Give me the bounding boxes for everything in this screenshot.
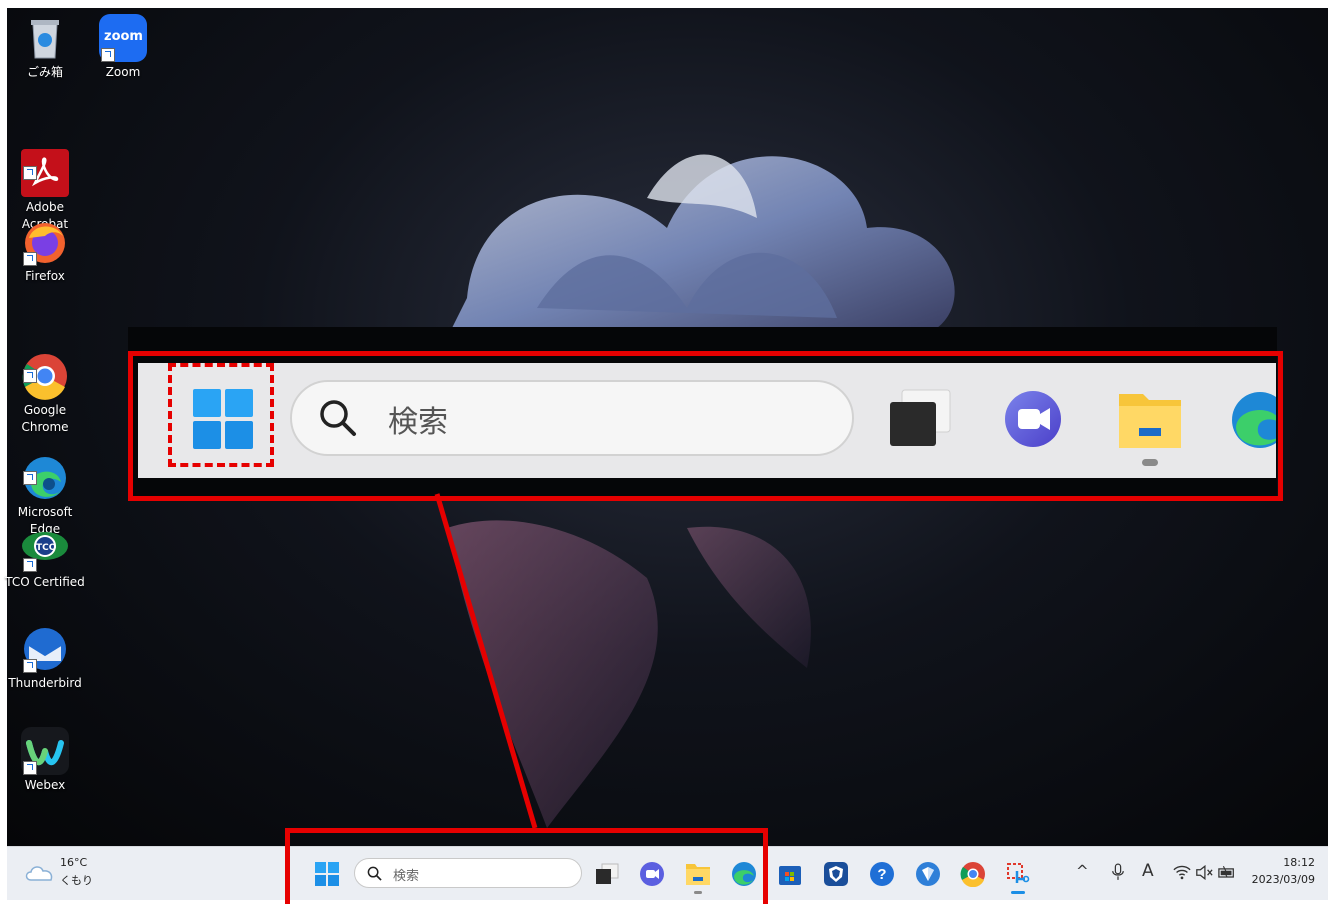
microphone-icon[interactable] <box>1111 863 1125 881</box>
zoom-icon: zoom <box>99 14 147 62</box>
desktop-icon-label: Zoom <box>105 65 141 79</box>
weather-temperature: 16°C <box>60 856 88 869</box>
taskbar-store-button[interactable] <box>777 861 803 887</box>
taskbar-chrome-button[interactable] <box>960 861 986 887</box>
desktop-icon-label: Webex <box>24 778 66 792</box>
vpn-shield-icon <box>824 862 848 886</box>
chrome-icon <box>960 862 985 887</box>
weather-condition: くもり <box>60 874 93 887</box>
help-icon: ? <box>870 862 894 886</box>
thunderbird-icon <box>21 625 69 673</box>
edge-icon <box>21 437 69 499</box>
clock-date[interactable]: 2023/03/09 <box>1252 873 1315 886</box>
shortcut-arrow-icon <box>23 558 37 572</box>
wifi-icon[interactable] <box>1173 865 1191 880</box>
desktop-icon-zoom[interactable]: zoom Zoom <box>81 14 165 81</box>
taskbar-help-button[interactable]: ? <box>869 861 895 887</box>
cloud-icon <box>25 866 53 881</box>
zoom-callout-highlight <box>128 351 1283 501</box>
chrome-icon <box>21 335 69 400</box>
taskbar-highlight <box>285 828 768 904</box>
desktop-icon-firefox[interactable]: Firefox <box>3 218 87 285</box>
shortcut-arrow-icon <box>23 761 37 775</box>
recycle-bin-icon <box>21 14 69 62</box>
microsoft-store-icon <box>779 866 801 885</box>
taskbar-snipping-tool-button[interactable] <box>1005 861 1031 887</box>
shortcut-arrow-icon <box>23 252 37 266</box>
svg-text:?: ? <box>877 866 886 883</box>
webex-icon <box>21 727 69 775</box>
desktop-icon-recycle-bin[interactable]: ごみ箱 <box>3 14 87 81</box>
desktop-icon-label: Firefox <box>25 269 65 283</box>
shortcut-arrow-icon <box>23 659 37 673</box>
desktop-icon-webex[interactable]: Webex <box>3 727 87 794</box>
taskbar-defender-button[interactable] <box>915 861 941 887</box>
snipping-tool-icon <box>1007 863 1030 883</box>
shortcut-arrow-icon <box>23 166 37 180</box>
battery-icon[interactable] <box>1218 866 1236 879</box>
desktop-icon-thunderbird[interactable]: Thunderbird <box>3 625 87 692</box>
zoom-badge: zoom <box>104 29 143 44</box>
adobe-acrobat-icon <box>21 132 69 197</box>
shortcut-arrow-icon <box>23 471 37 485</box>
desktop-icon-label: TCO Certified <box>5 575 85 589</box>
shortcut-arrow-icon <box>101 48 115 62</box>
ime-icon[interactable]: A <box>1142 861 1154 881</box>
chevron-up-icon[interactable]: ^ <box>1076 862 1089 880</box>
desktop-icon-label: ごみ箱 <box>26 65 63 79</box>
firefox-icon <box>21 218 69 266</box>
tco-badge: TCO <box>36 543 57 553</box>
desktop-icon-tco-certified[interactable]: TCO TCO Certified <box>3 524 87 591</box>
tco-certified-icon: TCO <box>21 524 69 572</box>
desktop-icon-label: Thunderbird <box>8 676 82 690</box>
taskbar-vpn-button[interactable] <box>823 861 849 887</box>
defender-icon <box>916 862 940 886</box>
shortcut-arrow-icon <box>23 369 37 383</box>
taskbar-running-indicator <box>1011 891 1025 894</box>
clock-time[interactable]: 18:12 <box>1283 856 1315 869</box>
speaker-muted-icon[interactable] <box>1195 865 1213 880</box>
